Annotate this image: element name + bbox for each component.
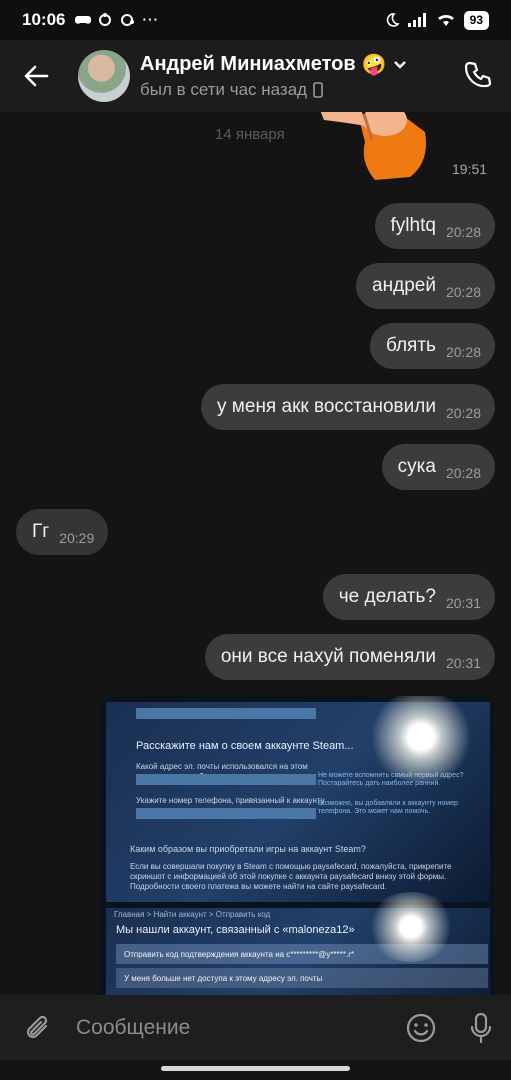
notification-icons: ⋯	[75, 10, 158, 30]
form-heading: Расскажите нам о своем аккаунте Steam...	[136, 740, 354, 752]
contact-name: Андрей Миниахметов	[140, 53, 356, 75]
message-text: они все нахуй поменяли	[220, 646, 436, 667]
message-time: 20:31	[445, 595, 481, 611]
back-button[interactable]	[0, 40, 72, 112]
message-text: Гг	[32, 521, 50, 542]
do-not-disturb-moon-icon	[386, 13, 400, 27]
paperclip-icon	[26, 1015, 48, 1038]
no-access-option: У меня больше нет доступа к этому адресу…	[116, 968, 488, 988]
status-time: 10:06	[22, 10, 66, 29]
message-bubble[interactable]: у меня акк восстановили 20:28	[201, 384, 495, 430]
signal-icon	[407, 13, 426, 27]
sync-icon-2	[121, 14, 135, 26]
status-bar: 10:06 ⋯ 93	[0, 0, 511, 40]
home-indicator[interactable]	[161, 1066, 350, 1071]
message-time: 20:28	[445, 224, 481, 240]
message-time: 20:28	[445, 465, 481, 481]
form-hint: Возможно, вы добавляли к аккаунту номер …	[318, 800, 458, 816]
wifi-icon	[437, 14, 454, 26]
light-glare	[366, 892, 456, 962]
message-time: 20:28	[445, 405, 481, 421]
sticker-time: 19:51	[452, 161, 488, 177]
message-text: че делать?	[338, 586, 436, 607]
emoji-button[interactable]	[391, 1012, 451, 1044]
message-list[interactable]: 14 января 19:51 fylhtq 20:28 андрей 20:2…	[0, 112, 511, 995]
contact-emoji-status: 🤪	[361, 54, 387, 76]
battery-indicator: 93	[463, 10, 489, 30]
message-time: 20:28	[445, 344, 481, 360]
form-question: Укажите номер телефона, привязанный к ак…	[136, 796, 325, 805]
chat-header: Андрей Миниахметов 🤪 был в сети час наза…	[0, 40, 511, 112]
form-body: Если вы совершали покупку в Steam с помо…	[130, 862, 452, 891]
message-text: андрей	[372, 275, 436, 296]
message-bubble[interactable]: че делать? 20:31	[322, 574, 495, 620]
message-bubble[interactable]: fylhtq 20:28	[374, 203, 495, 249]
form-field	[136, 708, 316, 719]
message-text: fylhtq	[390, 215, 436, 236]
attach-button[interactable]	[6, 1014, 70, 1042]
phone-icon	[464, 61, 492, 88]
contact-info[interactable]: Андрей Миниахметов 🤪 был в сети час наза…	[140, 52, 407, 100]
message-bubble[interactable]: они все нахуй поменяли 20:31	[204, 634, 495, 680]
mobile-phone-icon	[313, 82, 323, 98]
chevron-down-icon	[393, 60, 406, 69]
last-seen-status: был в сети час назад	[140, 80, 308, 99]
avatar[interactable]	[78, 50, 130, 102]
form-heading-2: Каким образом вы приобретали игры на акк…	[130, 844, 366, 854]
composer	[0, 995, 511, 1060]
photo-message[interactable]: Расскажите нам о своем аккаунте Steam...…	[100, 696, 494, 995]
light-glare	[366, 696, 476, 782]
emoji-icon	[406, 1013, 436, 1042]
photo-screenshot-1: Расскажите нам о своем аккаунте Steam...…	[106, 696, 490, 902]
date-separator: 14 января	[215, 126, 285, 143]
photo-screenshot-2: Главная > Найти аккаунт > Отправить код …	[106, 892, 490, 995]
message-time: 20:31	[445, 655, 481, 671]
phone-field	[136, 808, 316, 819]
sticker-message[interactable]	[320, 112, 430, 182]
message-text: блять	[385, 335, 436, 356]
back-arrow-icon	[24, 65, 49, 87]
sync-icon	[99, 13, 112, 26]
message-bubble-incoming[interactable]: Гг 20:29	[16, 509, 109, 555]
message-bubble[interactable]: сука 20:28	[381, 444, 495, 490]
more-notifications-icon: ⋯	[141, 10, 159, 29]
call-button[interactable]	[463, 60, 493, 95]
message-input[interactable]	[74, 1014, 391, 1041]
message-bubble[interactable]: андрей 20:28	[356, 263, 495, 309]
sticker-image	[320, 112, 426, 180]
microphone-icon	[470, 1012, 492, 1043]
message-bubble[interactable]: блять 20:28	[369, 323, 495, 369]
message-time: 20:28	[445, 284, 481, 300]
message-text: у меня акк восстановили	[217, 396, 436, 417]
voice-message-button[interactable]	[451, 1012, 511, 1044]
message-text: сука	[397, 456, 436, 477]
email-field	[136, 774, 316, 785]
message-time: 20:29	[59, 530, 95, 546]
game-controller-icon	[75, 16, 92, 24]
